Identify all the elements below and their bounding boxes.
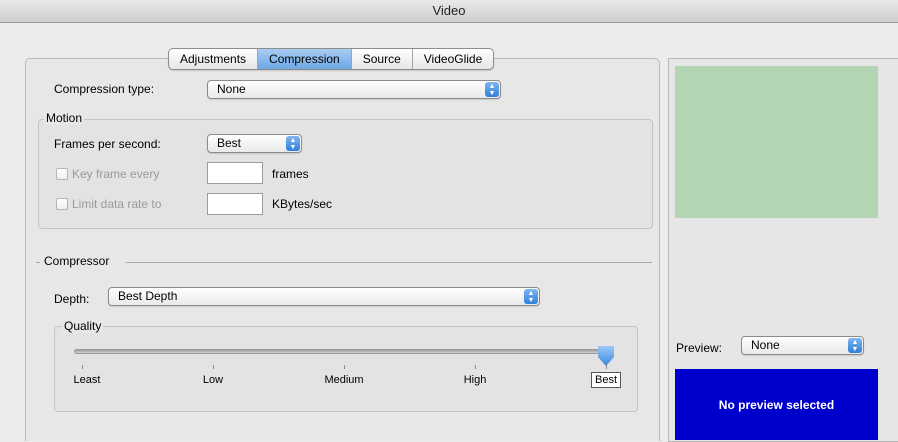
preview-select[interactable]: None ▲ ▼ bbox=[741, 336, 864, 355]
compressor-separator bbox=[126, 262, 652, 263]
quality-tick-medium: Medium bbox=[324, 374, 364, 386]
quality-tick bbox=[344, 365, 345, 369]
popup-arrows-icon: ▲ ▼ bbox=[286, 136, 300, 151]
window-title: Video bbox=[0, 0, 898, 23]
quality-tick bbox=[606, 365, 607, 369]
fps-select[interactable]: Best ▲ ▼ bbox=[207, 134, 302, 153]
keyframe-checkbox[interactable] bbox=[56, 168, 68, 180]
compression-type-select[interactable]: None ▲ ▼ bbox=[207, 80, 501, 99]
tab-adjustments[interactable]: Adjustments bbox=[169, 49, 259, 69]
motion-group-label: Motion bbox=[44, 111, 85, 125]
quality-tick bbox=[82, 365, 83, 369]
tab-bar: Adjustments Compression Source VideoGlid… bbox=[168, 48, 495, 70]
limit-rate-label: Limit data rate to bbox=[72, 197, 162, 211]
preview-label: Preview: bbox=[676, 341, 723, 355]
depth-label: Depth: bbox=[54, 292, 90, 306]
keyframe-unit: frames bbox=[272, 167, 309, 181]
quality-tick-least: Least bbox=[73, 374, 101, 386]
preview-message: No preview selected bbox=[675, 369, 878, 440]
tab-source[interactable]: Source bbox=[352, 49, 413, 69]
preview-image bbox=[675, 66, 878, 218]
fps-value: Best bbox=[217, 136, 242, 150]
preview-value: None bbox=[751, 338, 780, 352]
limit-rate-input[interactable] bbox=[207, 193, 263, 215]
popup-arrows-icon: ▲ ▼ bbox=[848, 338, 862, 353]
quality-tick bbox=[213, 365, 214, 369]
quality-tick-high: High bbox=[463, 374, 487, 386]
depth-select[interactable]: Best Depth ▲ ▼ bbox=[108, 287, 540, 306]
depth-value: Best Depth bbox=[118, 289, 178, 303]
tab-compression[interactable]: Compression bbox=[258, 49, 352, 69]
quality-tick-best: Best bbox=[590, 372, 622, 388]
quality-tick bbox=[475, 365, 476, 369]
fps-label: Frames per second: bbox=[54, 137, 161, 151]
compression-type-label: Compression type: bbox=[54, 82, 155, 96]
compressor-label: Compressor bbox=[44, 254, 110, 268]
keyframe-label: Key frame every bbox=[72, 167, 160, 181]
quality-group-label: Quality bbox=[62, 319, 104, 333]
compressor-separator-left bbox=[36, 262, 40, 263]
tab-videoglide[interactable]: VideoGlide bbox=[413, 49, 493, 69]
compression-type-value: None bbox=[217, 82, 246, 96]
quality-slider-track[interactable] bbox=[74, 349, 614, 354]
keyframe-input[interactable] bbox=[207, 162, 263, 184]
quality-tick-low: Low bbox=[202, 374, 224, 386]
limit-rate-checkbox[interactable] bbox=[56, 198, 68, 210]
limit-rate-unit: KBytes/sec bbox=[272, 197, 333, 211]
quality-group bbox=[54, 326, 638, 412]
popup-arrows-icon: ▲ ▼ bbox=[485, 82, 499, 97]
popup-arrows-icon: ▲ ▼ bbox=[524, 289, 538, 304]
